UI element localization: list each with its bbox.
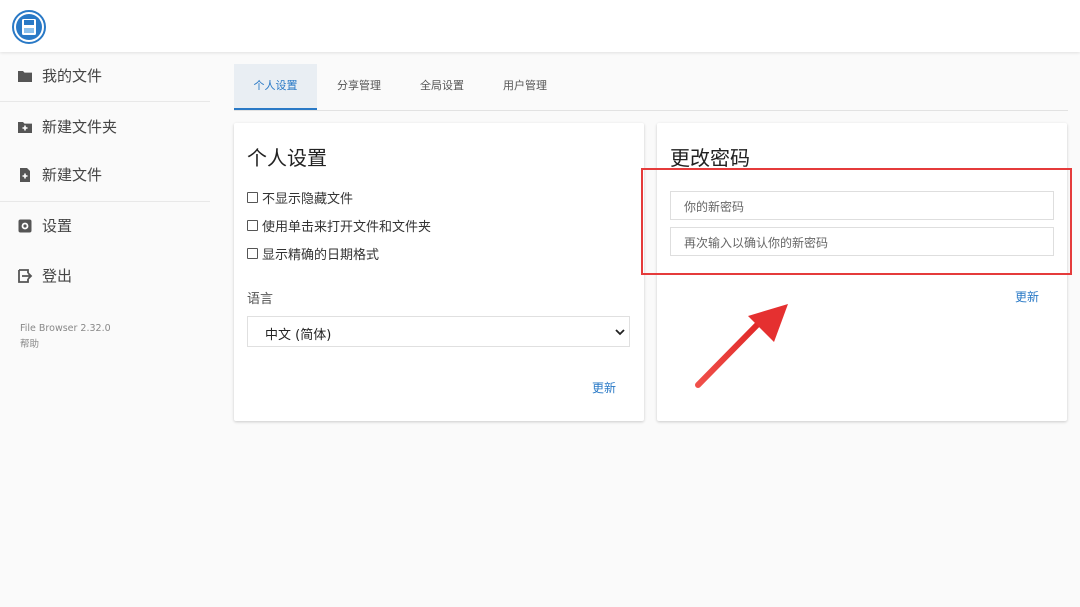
sidebar-item-settings[interactable]: 设置 (0, 211, 210, 241)
file-plus-icon (20, 168, 30, 182)
gear-icon (18, 219, 32, 233)
checkbox[interactable] (247, 191, 258, 203)
folder-icon (18, 71, 32, 82)
option-single-click[interactable]: 使用单击来打开文件和文件夹 (247, 216, 432, 235)
language-select[interactable]: 中文 (简体) (247, 316, 630, 347)
checkbox[interactable] (247, 219, 258, 231)
option-label: 显示精确的日期格式 (262, 247, 380, 263)
language-value: 中文 (简体) (265, 328, 332, 343)
option-label: 不显示隐藏文件 (262, 191, 354, 207)
sidebar-item-label: 新建文件夹 (42, 118, 118, 136)
sidebar-item-new-file[interactable]: 新建文件 (0, 160, 210, 190)
logout-icon (18, 269, 33, 283)
tab-share-management[interactable]: 分享管理 (321, 64, 397, 108)
sidebar-divider (0, 101, 210, 102)
checkbox[interactable] (247, 247, 258, 259)
sidebar-item-label: 新建文件 (42, 166, 103, 184)
sidebar-item-label: 我的文件 (42, 67, 103, 85)
annotation-highlight-box (641, 168, 1072, 275)
help-link[interactable]: 帮助 (20, 336, 39, 350)
sidebar-item-logout[interactable]: 登出 (0, 261, 210, 291)
tab-user-management[interactable]: 用户管理 (487, 64, 563, 108)
version-text: File Browser 2.32.0 (20, 323, 111, 334)
annotation-arrow-icon (695, 304, 788, 388)
sidebar-item-my-files[interactable]: 我的文件 (0, 61, 210, 91)
password-update-button[interactable]: 更新 (1015, 288, 1039, 305)
folder-plus-icon (18, 122, 32, 133)
profile-settings-card: 个人设置 不显示隐藏文件 使用单击来打开文件和文件夹 显示精确的日期格式 语言 … (234, 123, 644, 421)
top-bar (0, 0, 1080, 52)
tab-global-settings[interactable]: 全局设置 (404, 64, 480, 108)
settings-tabs: 个人设置 分享管理 全局设置 用户管理 (234, 64, 1068, 111)
option-label: 使用单击来打开文件和文件夹 (262, 219, 432, 235)
sidebar-item-label: 登出 (42, 267, 73, 285)
option-exact-date[interactable]: 显示精确的日期格式 (247, 244, 380, 263)
profile-update-button[interactable]: 更新 (592, 379, 616, 396)
tab-profile-settings[interactable]: 个人设置 (234, 64, 317, 110)
chevron-down-icon (615, 329, 625, 336)
language-label: 语言 (247, 292, 274, 307)
floppy-disk-icon[interactable] (12, 10, 46, 44)
card-title: 个人设置 (247, 146, 327, 170)
sidebar-divider (0, 201, 210, 202)
sidebar-item-new-folder[interactable]: 新建文件夹 (0, 112, 210, 142)
option-hide-dotfiles[interactable]: 不显示隐藏文件 (247, 188, 354, 207)
sidebar-item-label: 设置 (42, 217, 73, 235)
card-title: 更改密码 (670, 146, 750, 170)
